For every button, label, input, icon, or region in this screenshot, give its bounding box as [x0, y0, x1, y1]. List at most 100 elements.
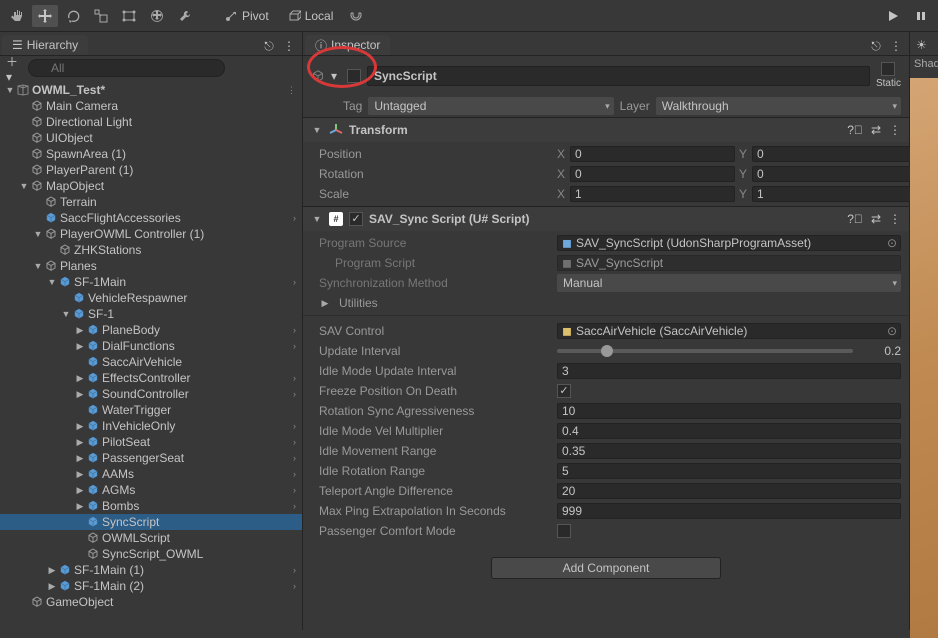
prefab-open-icon[interactable]: ›: [293, 469, 302, 479]
sav-sync-header[interactable]: ▼ # SAV_Sync Script (U# Script) ?⃝ ⇄ ⋮: [303, 207, 909, 231]
move-tool-button[interactable]: [32, 5, 58, 27]
sav-control-field[interactable]: ◼SaccAirVehicle (SaccAirVehicle)⊙: [557, 323, 901, 339]
transform-rotation-y-input[interactable]: [752, 166, 917, 182]
tree-row[interactable]: UIObject: [0, 130, 302, 146]
hierarchy-create-button[interactable]: ＋▾: [6, 59, 24, 77]
transform-header[interactable]: ▼ Transform ?⃝ ⇄ ⋮: [303, 118, 909, 142]
program-script-field[interactable]: ◼SAV_SyncScript: [557, 255, 901, 271]
prefab-open-icon[interactable]: ›: [293, 325, 302, 335]
static-toggle[interactable]: Static: [876, 62, 901, 89]
tree-row[interactable]: ▶InVehicleOnly›: [0, 418, 302, 434]
tree-row[interactable]: ▶Bombs›: [0, 498, 302, 514]
tree-row[interactable]: SyncScript: [0, 514, 302, 530]
program-source-field[interactable]: ◼SAV_SyncScript (UdonSharpProgramAsset)⊙: [557, 235, 901, 251]
foldout-icon[interactable]: ▼: [46, 276, 58, 288]
idle-vel-input[interactable]: [557, 423, 901, 439]
idle-move-input[interactable]: [557, 443, 901, 459]
prefab-open-icon[interactable]: ›: [293, 437, 302, 447]
component-menu-icon[interactable]: ⋮: [889, 212, 901, 226]
help-icon[interactable]: ?⃝: [847, 123, 863, 137]
static-checkbox[interactable]: [881, 62, 895, 76]
gameobject-name-input[interactable]: [367, 66, 870, 86]
help-icon[interactable]: ?⃝: [847, 212, 863, 226]
tree-row[interactable]: ▼SF-1: [0, 306, 302, 322]
prefab-open-icon[interactable]: ›: [293, 277, 302, 287]
local-toggle[interactable]: Local: [279, 5, 342, 27]
ping-input[interactable]: [557, 503, 901, 519]
foldout-icon[interactable]: ▼: [60, 308, 72, 320]
prefab-open-icon[interactable]: ›: [293, 373, 302, 383]
tag-dropdown[interactable]: Untagged: [368, 97, 613, 115]
pause-button[interactable]: [908, 5, 934, 27]
object-picker-icon[interactable]: ⊙: [887, 324, 897, 338]
rect-tool-button[interactable]: [116, 5, 142, 27]
prefab-open-icon[interactable]: ›: [293, 341, 302, 351]
tree-row[interactable]: SaccAirVehicle: [0, 354, 302, 370]
foldout-icon[interactable]: ▼: [18, 180, 30, 192]
scene-viewport[interactable]: [910, 78, 938, 638]
custom-tool-button[interactable]: [172, 5, 198, 27]
utilities-foldout[interactable]: ▶: [319, 297, 331, 309]
transform-scale-y-input[interactable]: [752, 186, 917, 202]
prefab-open-icon[interactable]: ›: [293, 501, 302, 511]
transform-position-y-input[interactable]: [752, 146, 917, 162]
play-button[interactable]: [880, 5, 906, 27]
prefab-open-icon[interactable]: ›: [293, 421, 302, 431]
teleport-input[interactable]: [557, 483, 901, 499]
idle-rot-input[interactable]: [557, 463, 901, 479]
preset-icon[interactable]: ⇄: [871, 212, 881, 226]
foldout-icon[interactable]: ▼: [32, 228, 44, 240]
transform-rotation-x-input[interactable]: [570, 166, 735, 182]
update-interval-slider[interactable]: [557, 349, 853, 353]
tree-row[interactable]: ▼Planes: [0, 258, 302, 274]
layer-dropdown[interactable]: Walkthrough: [656, 97, 901, 115]
preset-icon[interactable]: ⇄: [871, 123, 881, 137]
tree-row[interactable]: ▶AGMs›: [0, 482, 302, 498]
foldout-icon[interactable]: ▼: [32, 260, 44, 272]
add-component-button[interactable]: Add Component: [491, 557, 721, 579]
tree-row[interactable]: GameObject: [0, 594, 302, 610]
tree-row[interactable]: Directional Light: [0, 114, 302, 130]
tree-row[interactable]: PlayerParent (1): [0, 162, 302, 178]
tree-row[interactable]: ▼PlayerOWML Controller (1): [0, 226, 302, 242]
prefab-open-icon[interactable]: ›: [293, 485, 302, 495]
tree-row[interactable]: WaterTrigger: [0, 402, 302, 418]
rotate-tool-button[interactable]: [60, 5, 86, 27]
scene-extra-tab[interactable]: ☀: [912, 35, 931, 55]
tree-row[interactable]: ▶SF-1Main (1)›: [0, 562, 302, 578]
tree-row[interactable]: SpawnArea (1): [0, 146, 302, 162]
tree-row[interactable]: Main Camera: [0, 98, 302, 114]
inspector-lock-icon[interactable]: ⎋: [867, 37, 885, 55]
transform-position-x-input[interactable]: [570, 146, 735, 162]
prefab-open-icon[interactable]: ›: [293, 453, 302, 463]
tree-row[interactable]: SyncScript_OWML: [0, 546, 302, 562]
object-picker-icon[interactable]: ⊙: [887, 236, 897, 250]
tree-row[interactable]: ▶PilotSeat›: [0, 434, 302, 450]
scene-menu-icon[interactable]: ⋮: [287, 85, 302, 96]
tree-row[interactable]: SaccFlightAccessories›: [0, 210, 302, 226]
tree-row[interactable]: ▶AAMs›: [0, 466, 302, 482]
comfort-checkbox[interactable]: [557, 524, 571, 538]
hand-tool-button[interactable]: [4, 5, 30, 27]
tree-row[interactable]: Terrain: [0, 194, 302, 210]
prefab-open-icon[interactable]: ›: [293, 389, 302, 399]
hierarchy-search-input[interactable]: [28, 59, 225, 77]
tree-row[interactable]: ▶SoundController›: [0, 386, 302, 402]
inspector-tab[interactable]: ⓘ Inspector: [305, 35, 390, 55]
tree-row[interactable]: ▶SF-1Main (2)›: [0, 578, 302, 594]
component-menu-icon[interactable]: ⋮: [889, 123, 901, 137]
pivot-toggle[interactable]: Pivot: [216, 5, 277, 27]
tree-row[interactable]: ▼MapObject: [0, 178, 302, 194]
prefab-overrides-dropdown[interactable]: ▾: [331, 69, 341, 83]
tree-row[interactable]: ▶DialFunctions›: [0, 338, 302, 354]
hierarchy-menu-icon[interactable]: ⋮: [280, 37, 298, 55]
tree-row[interactable]: OWMLScript: [0, 530, 302, 546]
idle-update-input[interactable]: [557, 363, 901, 379]
tree-row[interactable]: ▶EffectsController›: [0, 370, 302, 386]
transform-tool-button[interactable]: [144, 5, 170, 27]
sync-method-dropdown[interactable]: Manual: [557, 274, 901, 292]
prefab-open-icon[interactable]: ›: [293, 581, 302, 591]
hierarchy-lock-icon[interactable]: ⎋: [260, 37, 278, 55]
rot-sync-input[interactable]: [557, 403, 901, 419]
tree-row[interactable]: ▶PassengerSeat›: [0, 450, 302, 466]
